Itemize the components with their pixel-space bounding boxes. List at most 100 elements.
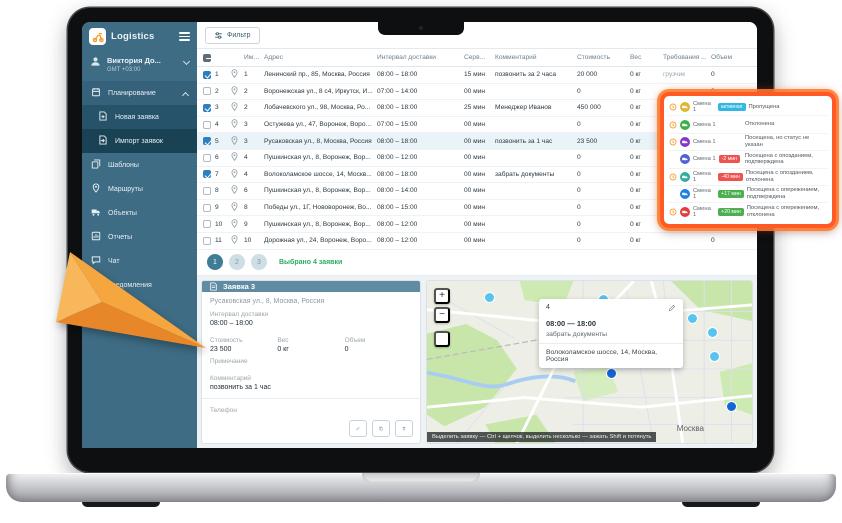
cell-interval: 08:00 – 12:00 (377, 221, 464, 228)
sidebar-item-import-requests[interactable]: Импорт заявок (82, 129, 197, 153)
row-checkbox[interactable] (203, 137, 211, 145)
map-tooltip: 4 08:00 — 18:00 забрать документы Волоко… (539, 299, 683, 368)
map-marker-light[interactable] (710, 352, 719, 361)
shift-label: Смена 1 (693, 188, 715, 200)
cell-address: Лобачевского ул., 98, Москва, Ро... (264, 104, 377, 111)
tooltip-edit-button[interactable] (668, 304, 676, 314)
col-weight[interactable]: Вес (630, 54, 663, 61)
map-marker-light[interactable] (708, 328, 717, 337)
selected-count: Выбрано 4 заявки (279, 259, 342, 266)
legend-row: Смена 1 -2 мин Посещена с опозданием, по… (669, 151, 827, 168)
cell-address: Пушкинская ул., 8, Воронеж, Вор... (264, 154, 377, 161)
select-all-checkbox[interactable] (203, 54, 211, 62)
zoom-in-button[interactable]: + (434, 288, 450, 304)
bottom-split: Заявка 3 Русаковская ул., 8, Москва, Рос… (197, 276, 757, 448)
row-number: 11 (215, 237, 222, 244)
row-checkbox[interactable] (203, 187, 211, 195)
row-number: 3 (215, 104, 219, 111)
cell-volume: 0 (711, 71, 745, 78)
row-checkbox[interactable] (203, 87, 211, 95)
page-button-3[interactable]: 3 (251, 254, 267, 270)
map-hint: Выделить заявку — Ctrl + щелчок, выделит… (427, 432, 656, 442)
cell-weight: 0 кг (630, 154, 663, 161)
map[interactable]: + − 4 08:00 — 18:00 забрать документ (426, 280, 753, 444)
status-label: Отклонена (745, 121, 827, 128)
filter-button[interactable]: Фильтр (205, 27, 260, 44)
map-marker-dark[interactable] (727, 402, 736, 411)
cell-interval: 07:00 – 15:00 (377, 121, 464, 128)
cell-name: 4 (244, 154, 264, 161)
shift-label: Смена 1 (693, 101, 715, 113)
sidebar-item-planning[interactable]: Планирование (82, 81, 197, 105)
clock-icon (669, 173, 677, 181)
cell-weight: 0 кг (630, 237, 663, 244)
row-checkbox[interactable] (203, 204, 211, 212)
row-checkbox[interactable] (203, 237, 211, 245)
cell-service: 25 мин (464, 104, 495, 111)
comment-label: Комментарий (210, 375, 412, 382)
sidebar-item-templates[interactable]: Шаблоны (82, 153, 197, 177)
menu-icon[interactable] (179, 32, 190, 41)
clock-icon (669, 190, 677, 198)
delete-button[interactable] (395, 420, 413, 437)
cell-service: 00 мин (464, 237, 495, 244)
row-number: 2 (215, 88, 219, 95)
col-interval[interactable]: Интервал доставки (377, 54, 464, 61)
logo-icon (89, 28, 106, 45)
cell-address: Пушкинская ул., 8, Воронеж, Вор... (264, 221, 377, 228)
sidebar-item-reports[interactable]: Отчеты (82, 225, 197, 249)
pin-icon (231, 235, 244, 246)
table-row[interactable]: 11 10 Дорожная ул., 24, Воронеж, Воро...… (197, 233, 757, 250)
col-name[interactable]: Имя ↑1 (244, 54, 264, 61)
cell-service: 00 мин (464, 121, 495, 128)
map-marker-light[interactable] (688, 314, 697, 323)
weight-label: Вес (277, 337, 344, 344)
scene: Logistics Виктория До... GMT +03:00 План… (0, 0, 842, 523)
cell-name: 2 (244, 104, 264, 111)
cell-comment: позвонить за 1 час (495, 138, 577, 145)
pin-icon (231, 119, 244, 130)
table-row[interactable]: 1 1 Ленинский пр., 85, Москва, Россия 08… (197, 67, 757, 84)
col-requirements[interactable]: Требования ... (663, 54, 711, 61)
interval-value: 08:00 – 18:00 (210, 320, 412, 327)
decorative-arrow-cursor (48, 248, 213, 358)
laptop-base (6, 473, 836, 502)
map-marker-dark[interactable] (607, 369, 616, 378)
col-volume[interactable]: Объем (711, 54, 745, 61)
sidebar-item-routes[interactable]: Маршруты (82, 177, 197, 201)
row-number: 9 (215, 204, 219, 211)
page-button-2[interactable]: 2 (229, 254, 245, 270)
lid-groove (362, 473, 480, 483)
toolbar: Фильтр (197, 22, 757, 49)
row-checkbox[interactable] (203, 154, 211, 162)
fullscreen-button[interactable] (434, 331, 450, 347)
sidebar-item-new-request[interactable]: Новая заявка (82, 105, 197, 129)
laptop-frame: Logistics Виктория До... GMT +03:00 План… (68, 8, 773, 472)
cost-value: 23 500 (210, 346, 277, 353)
vehicle-icon (680, 154, 690, 164)
cell-service: 00 мин (464, 204, 495, 211)
col-cost[interactable]: Стоимость (577, 54, 630, 61)
col-comment[interactable]: Комментарий (495, 54, 577, 61)
city-label: Москва (677, 424, 704, 433)
cell-address: Русаковская ул., 8, Москва, Россия (264, 138, 377, 145)
row-checkbox[interactable] (203, 170, 211, 178)
user-menu[interactable]: Виктория До... GMT +03:00 (82, 52, 197, 81)
col-service[interactable]: Серв... (464, 54, 495, 61)
edit-button[interactable] (349, 420, 367, 437)
cell-cost: 0 (577, 88, 630, 95)
cell-weight: 0 кг (630, 204, 663, 211)
row-checkbox[interactable] (203, 121, 211, 129)
row-number: 4 (215, 121, 219, 128)
map-marker-light[interactable] (485, 293, 494, 302)
col-address[interactable]: Адрес (264, 54, 377, 61)
row-checkbox[interactable] (203, 220, 211, 228)
sidebar-item-objects[interactable]: Объекты (82, 201, 197, 225)
legend-row: Смена 1 -40 мин Посещена с опозданием, о… (669, 169, 827, 186)
cell-name: 10 (244, 237, 264, 244)
row-checkbox[interactable] (203, 104, 211, 112)
cell-comment: забрать документы (495, 171, 577, 178)
zoom-out-button[interactable]: − (434, 307, 450, 323)
copy-button[interactable] (372, 420, 390, 437)
row-checkbox[interactable] (203, 71, 211, 79)
